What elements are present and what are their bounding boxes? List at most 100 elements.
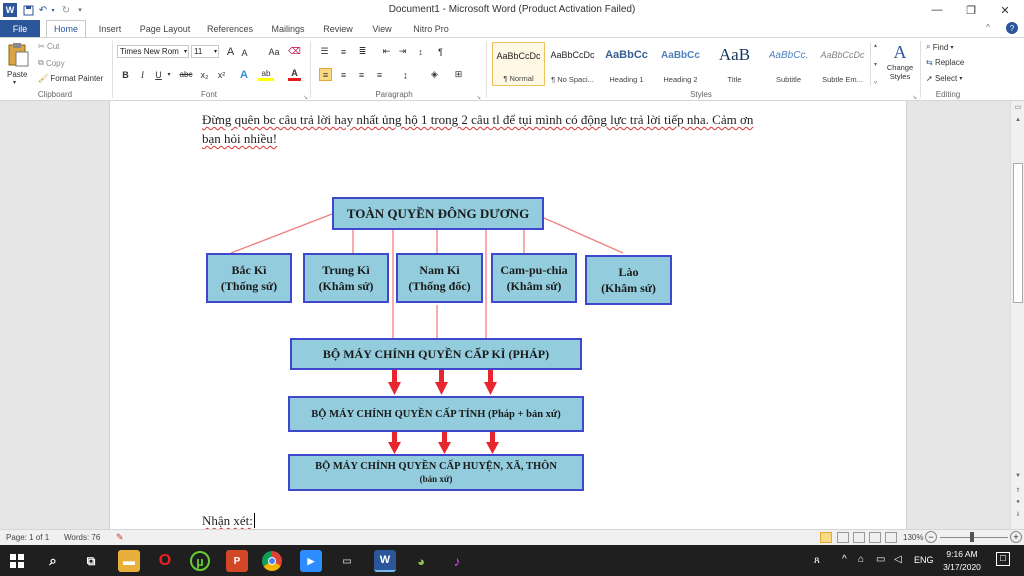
people-icon[interactable]: ጸ <box>814 555 820 566</box>
network-icon[interactable]: ⌂ <box>858 554 864 565</box>
app-icon[interactable]: ▭ <box>336 550 358 572</box>
tab-review[interactable]: Review <box>318 20 358 37</box>
shrink-font-icon[interactable]: A <box>238 46 251 59</box>
tab-page-layout[interactable]: Page Layout <box>134 20 196 37</box>
paste-button[interactable]: Paste <box>7 70 27 79</box>
text-effects-icon[interactable]: A <box>236 68 252 81</box>
utorrent-icon[interactable]: µ <box>190 551 210 571</box>
grow-font-icon[interactable]: A <box>224 45 237 58</box>
opera-icon[interactable]: O <box>154 550 176 572</box>
multilevel-list-icon[interactable]: ≣ <box>356 45 369 58</box>
underline-dropdown-icon[interactable]: ▾ <box>165 68 173 81</box>
diagram-region-box[interactable]: Cam-pu-chia (Khâm sứ) <box>491 253 577 303</box>
show-hidden-icons[interactable]: ^ <box>842 554 847 565</box>
style-heading-2[interactable]: AaBbCc Heading 2 <box>654 42 707 86</box>
diagram-level-tinh-box[interactable]: BỘ MÁY CHÍNH QUYỀN CẤP TỈNH (Pháp + bản … <box>288 396 584 432</box>
app-icon[interactable]: ◕ <box>410 550 432 572</box>
line-spacing-icon[interactable]: ↨ <box>399 68 412 81</box>
word-count[interactable]: Words: 76 <box>64 533 100 542</box>
next-page-icon[interactable]: ⇓ <box>1013 511 1023 519</box>
zoom-level[interactable]: 130% <box>903 533 923 542</box>
close-button[interactable]: ✕ <box>988 0 1022 20</box>
style-normal[interactable]: AaBbCcDc ¶ Normal <box>492 42 545 86</box>
vertical-scrollbar[interactable]: ▭ ▲ ▼ ⇑ ● ⇓ <box>1010 101 1024 529</box>
bold-button[interactable]: B <box>119 68 132 81</box>
browse-object-icon[interactable]: ● <box>1013 499 1023 507</box>
file-explorer-icon[interactable]: ▬ <box>118 550 140 572</box>
tab-insert[interactable]: Insert <box>90 20 130 37</box>
underline-button[interactable]: U <box>152 68 165 81</box>
diagram-region-box[interactable]: Trung Kì (Khâm sứ) <box>303 253 389 303</box>
music-app-icon[interactable]: ♪ <box>446 550 468 572</box>
style-no-spacing[interactable]: AaBbCcDc ¶ No Spaci... <box>546 42 599 86</box>
zoom-out-icon[interactable]: − <box>925 531 937 543</box>
restore-button[interactable]: ❐ <box>954 0 988 20</box>
volume-icon[interactable]: ◁ <box>894 554 902 565</box>
zoom-slider[interactable] <box>940 537 1008 538</box>
notifications-icon[interactable]: ☐ <box>996 552 1010 566</box>
tab-mailings[interactable]: Mailings <box>264 20 312 37</box>
zoom-slider-thumb[interactable] <box>970 532 974 542</box>
tab-references[interactable]: References <box>200 20 260 37</box>
proofing-icon[interactable]: ✎ <box>116 532 124 543</box>
scroll-thumb[interactable] <box>1013 163 1023 303</box>
clear-formatting-icon[interactable]: ⌫ <box>288 45 301 58</box>
language-indicator[interactable]: ENG <box>914 555 934 565</box>
outline-icon[interactable] <box>869 532 881 543</box>
copy-button[interactable]: ⧉ Copy <box>38 58 65 68</box>
highlight-button[interactable]: ab <box>258 68 274 81</box>
diagram-level-ky-box[interactable]: BỘ MÁY CHÍNH QUYỀN CẤP KÌ (PHÁP) <box>290 338 582 370</box>
bullets-icon[interactable]: ☰ <box>318 45 331 58</box>
format-painter-button[interactable]: 🖌 Format Painter <box>38 74 103 83</box>
font-name-select[interactable]: Times New Rom ▾ <box>117 45 189 58</box>
find-button[interactable]: ⌕ Find ▾ <box>926 42 954 52</box>
show-hide-button[interactable]: ¶ <box>434 45 447 58</box>
paste-dropdown-icon[interactable]: ▾ <box>13 79 16 86</box>
tab-home[interactable]: Home <box>46 20 86 37</box>
search-icon[interactable]: ⌕ <box>42 550 64 572</box>
diagram-level-huyen-box[interactable]: BỘ MÁY CHÍNH QUYỀN CẤP HUYỆN, XÃ, THÔN (b… <box>288 454 584 491</box>
battery-icon[interactable]: ▭ <box>876 554 885 565</box>
zoom-app-icon[interactable]: ▶ <box>300 550 322 572</box>
diagram-region-box[interactable]: Lào (Khâm sứ) <box>585 255 672 305</box>
select-button[interactable]: ➚ Select ▾ <box>926 74 962 83</box>
diagram-region-box[interactable]: Bắc Kì (Thống sứ) <box>206 253 292 303</box>
clock-time[interactable]: 9:16 AM <box>942 549 982 559</box>
diagram-region-box[interactable]: Nam Kì (Thống đốc) <box>396 253 483 303</box>
help-icon[interactable]: ? <box>1006 22 1018 34</box>
align-center-icon[interactable]: ≡ <box>337 68 350 81</box>
cut-button[interactable]: ✂ Cut <box>38 42 59 51</box>
replace-button[interactable]: ⇆ Replace <box>926 58 964 67</box>
italic-button[interactable]: I <box>136 68 149 81</box>
increase-indent-icon[interactable]: ⇥ <box>396 45 409 58</box>
styles-scroll[interactable]: ▴ ▾ ▿ <box>870 42 880 86</box>
powerpoint-icon[interactable]: P <box>226 550 248 572</box>
web-layout-icon[interactable] <box>853 532 865 543</box>
print-layout-icon[interactable] <box>820 532 832 543</box>
style-subtle-emphasis[interactable]: AaBbCcDc Subtle Em... <box>816 42 869 86</box>
chrome-icon[interactable] <box>262 551 282 571</box>
shading-icon[interactable]: ◈ <box>428 68 441 81</box>
change-case-icon[interactable]: Aa <box>265 45 283 58</box>
change-styles-button[interactable]: A Change Styles <box>884 42 916 86</box>
tab-nitro-pro[interactable]: Nitro Pro <box>406 20 456 37</box>
scroll-down-icon[interactable]: ▼ <box>1013 473 1023 481</box>
word-taskbar-icon[interactable]: W <box>374 550 396 572</box>
diagram-top-box[interactable]: TOÀN QUYỀN ĐÔNG DƯƠNG <box>332 197 544 230</box>
strikethrough-button[interactable]: abc <box>177 68 195 81</box>
full-screen-reading-icon[interactable] <box>837 532 849 543</box>
paste-icon[interactable] <box>6 42 30 68</box>
superscript-button[interactable]: x² <box>215 68 228 81</box>
document-page[interactable]: Đừng quên bc câu trả lời hay nhất ủng hộ… <box>109 101 907 529</box>
ruler-toggle-icon[interactable]: ▭ <box>1013 103 1023 113</box>
task-view-icon[interactable]: ⧉ <box>80 550 102 572</box>
font-size-select[interactable]: 11 ▾ <box>191 45 219 58</box>
style-heading-1[interactable]: AaBbCc Heading 1 <box>600 42 653 86</box>
sort-icon[interactable]: ↕ <box>414 45 427 58</box>
style-subtitle[interactable]: AaBbCc. Subtitle <box>762 42 815 86</box>
style-title[interactable]: AaB Title <box>708 42 761 86</box>
font-color-button[interactable]: A <box>288 68 301 81</box>
clock-date[interactable]: 3/17/2020 <box>938 562 986 572</box>
tab-view[interactable]: View <box>364 20 400 37</box>
tab-file[interactable]: File <box>0 20 40 37</box>
